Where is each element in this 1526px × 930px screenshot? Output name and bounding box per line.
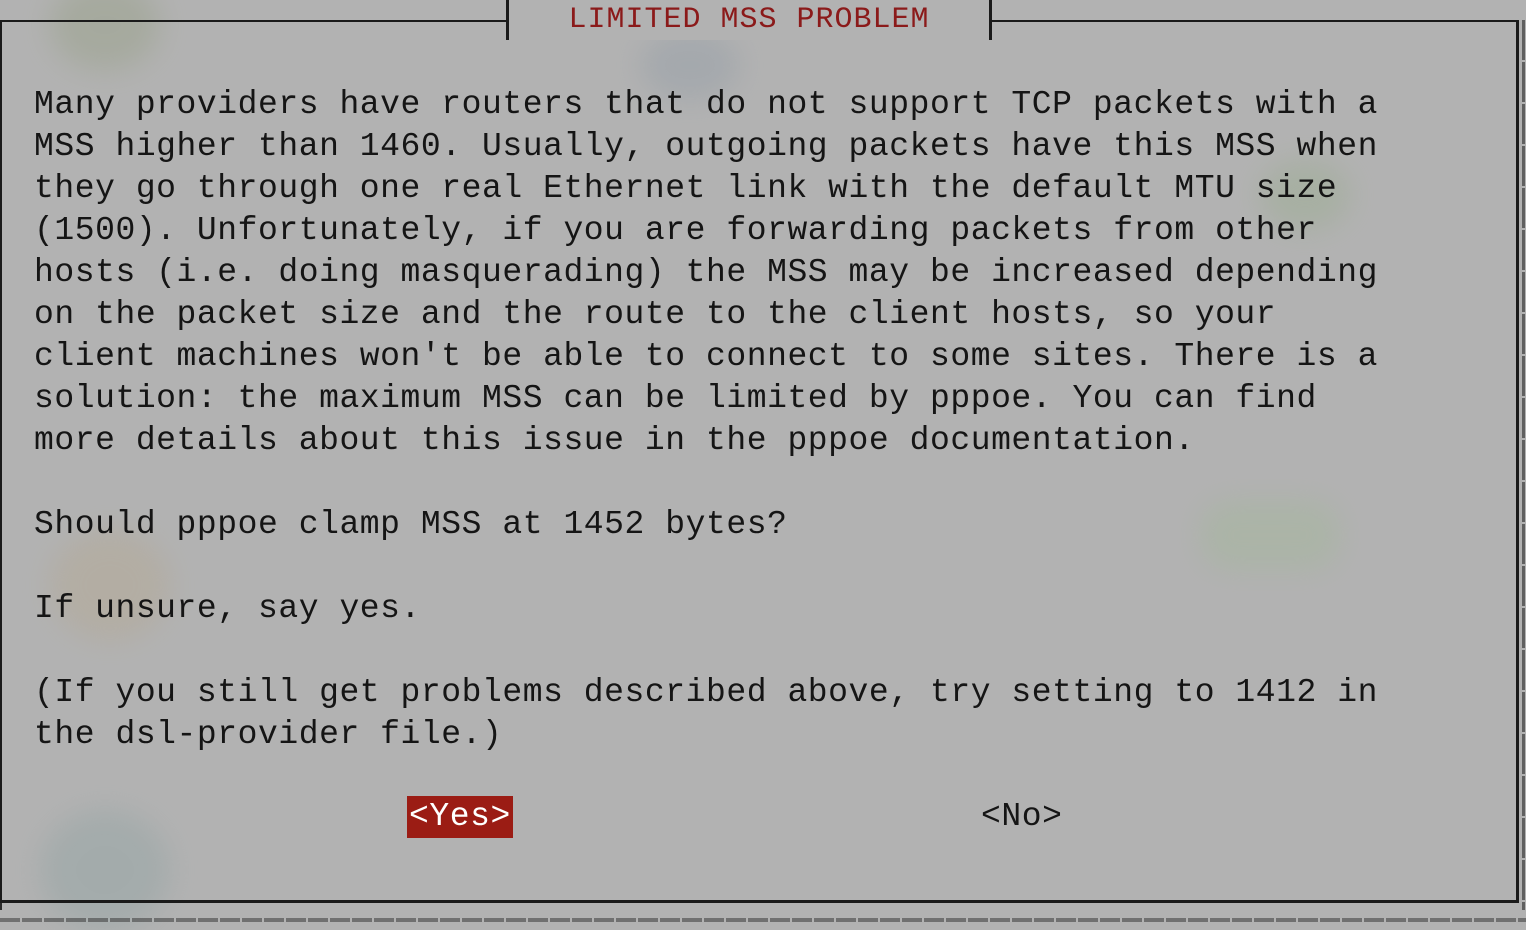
- dialog-edge-right: [1522, 20, 1525, 910]
- dialog-title: LIMITED MSS PROBLEM: [568, 3, 930, 37]
- yes-button[interactable]: <Yes>: [407, 796, 513, 838]
- no-button[interactable]: <No>: [979, 796, 1064, 838]
- dialog-message: Many providers have routers that do not …: [34, 86, 1378, 753]
- dialog-title-bar: LIMITED MSS PROBLEM: [506, 0, 992, 40]
- dialog-edge-bottom: [0, 918, 1526, 922]
